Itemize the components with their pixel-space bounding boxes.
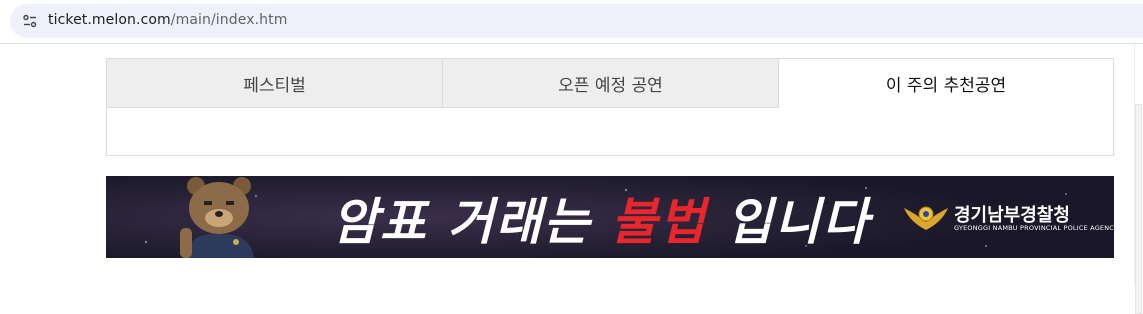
scrollbar-thumb[interactable] (1135, 104, 1142, 314)
tab-upcoming-open[interactable]: 오픈 예정 공연 (443, 59, 779, 108)
tab-festival[interactable]: 페스티벌 (107, 59, 443, 108)
url-text[interactable]: ticket.melon.com/main/index.htm (48, 12, 287, 28)
tab-weekly-recommended[interactable]: 이 주의 추천공연 (779, 59, 1113, 108)
browser-toolbar: ticket.melon.com/main/index.htm (0, 0, 1143, 44)
address-bar[interactable]: ticket.melon.com/main/index.htm (10, 4, 1143, 38)
url-host: ticket.melon.com (48, 12, 171, 28)
police-emblem-icon (904, 206, 948, 230)
page-scrollbar[interactable] (1134, 44, 1143, 314)
banner-headline: 암표 거래는 불법 입니다 (332, 182, 870, 254)
headline-part2: 입니다 (706, 193, 871, 251)
performance-tabs: 페스티벌 오픈 예정 공연 이 주의 추천공연 (106, 58, 1114, 156)
police-bear-mascot (180, 177, 254, 258)
headline-part1: 암표 거래는 (332, 193, 611, 251)
headline-illegal: 불법 (610, 193, 707, 251)
site-info-icon[interactable] (22, 13, 38, 29)
police-agency-name-en: GYEONGGI NAMBU PROVINCIAL POLICE AGENCY (954, 224, 1114, 232)
anti-scalping-banner[interactable]: 암표 거래는 불법 입니다 경기남부경찰청 GYEONGGI NAMBU PRO… (106, 176, 1114, 258)
url-path: /main/index.htm (170, 12, 288, 28)
